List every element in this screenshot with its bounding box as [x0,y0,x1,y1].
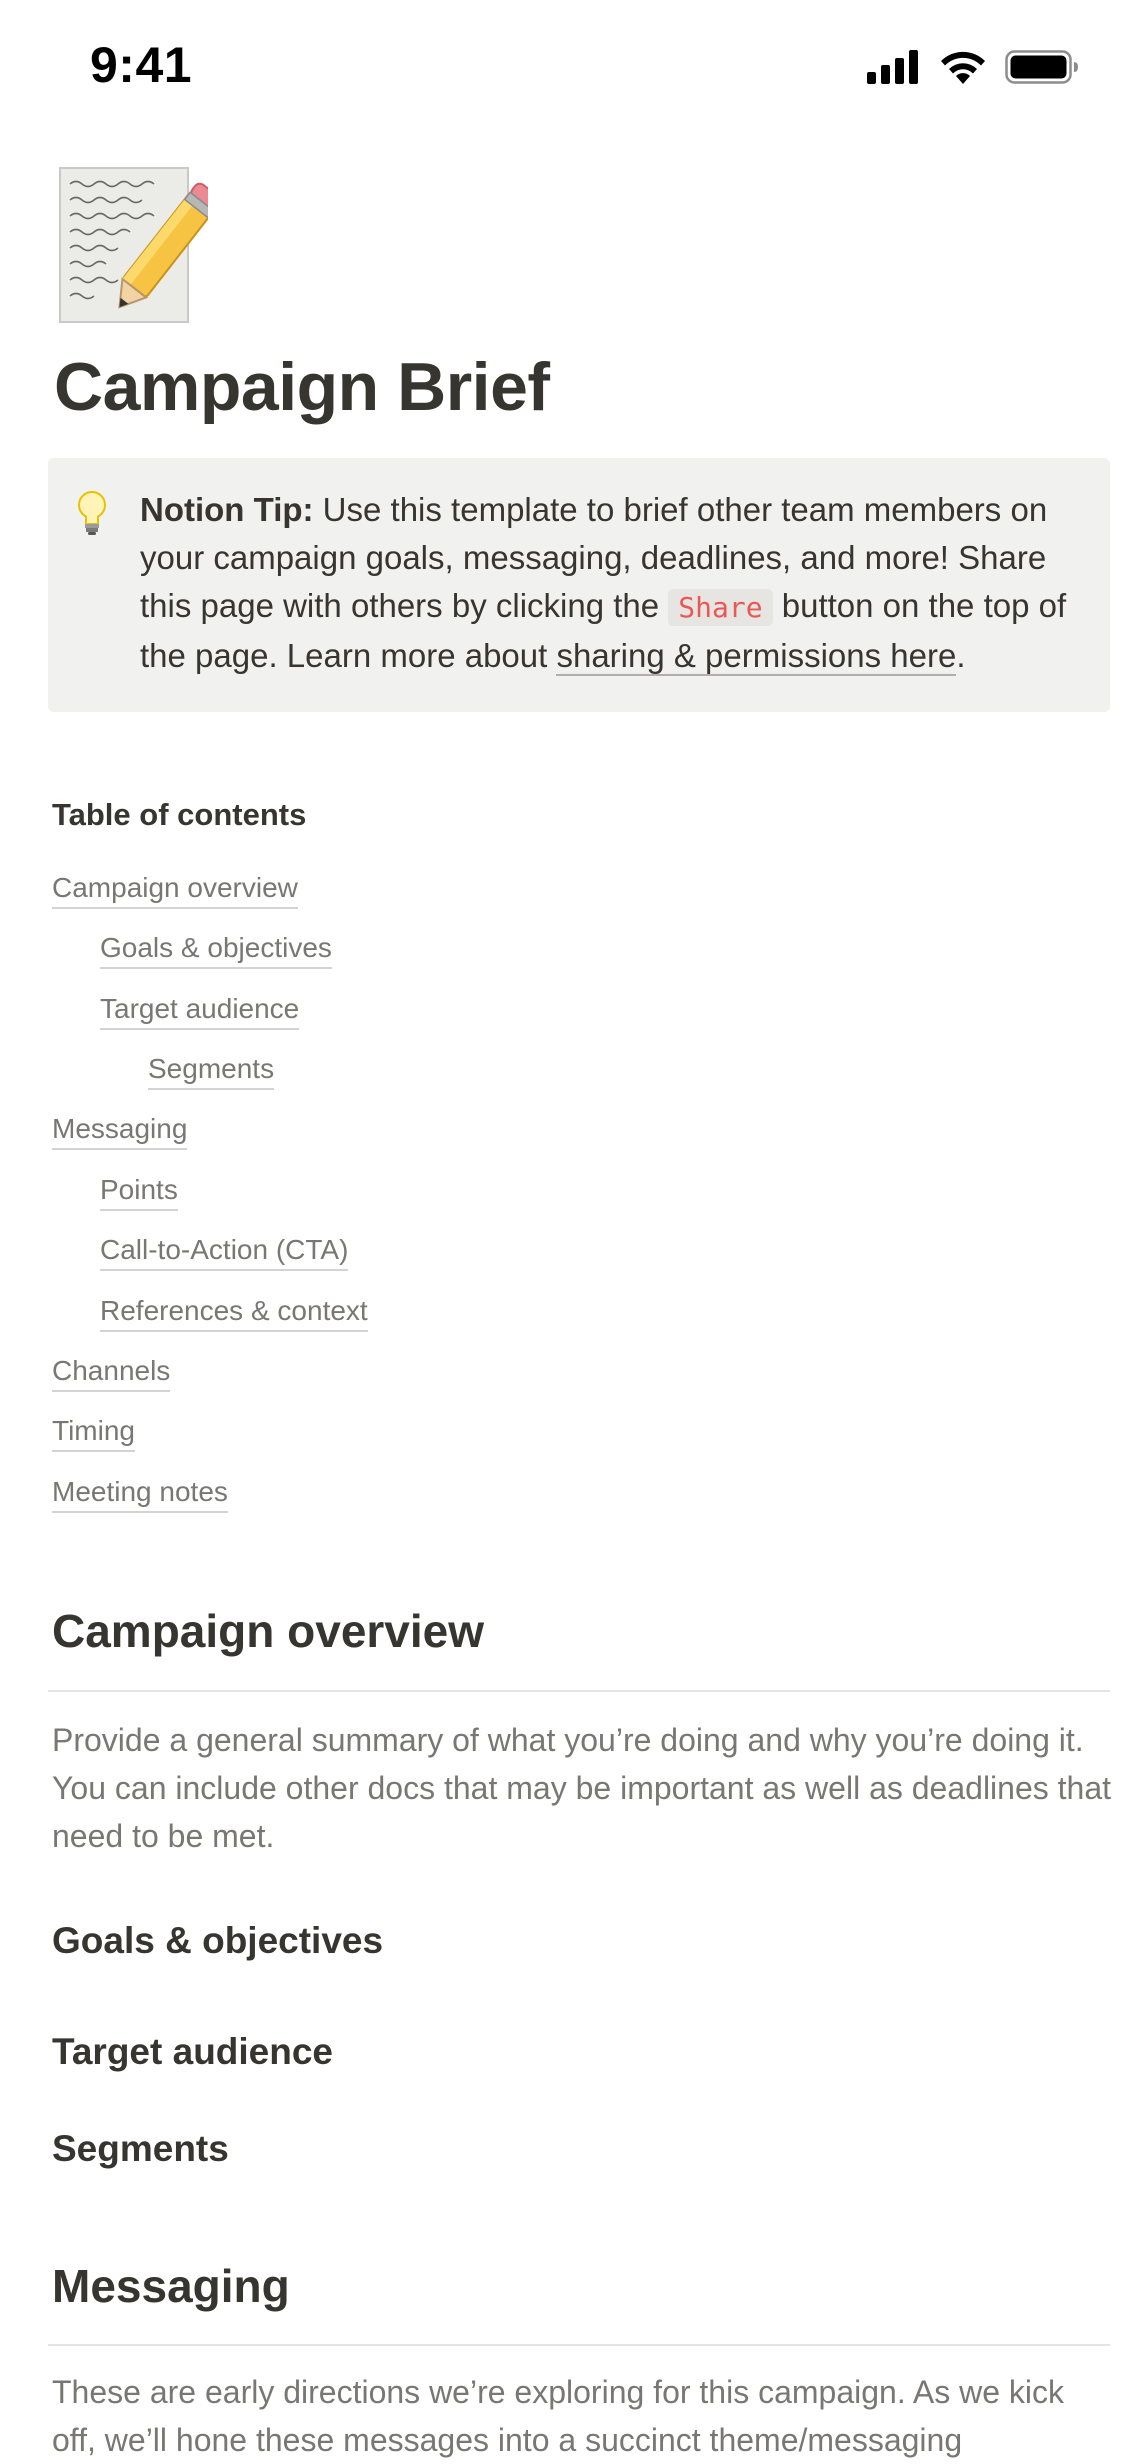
toc-item-timing[interactable]: Timing [52,1413,135,1452]
heading-goals-objectives: Goals & objectives [52,1920,384,1961]
campaign-overview-description: Provide a general summary of what you’re… [52,1722,1112,1854]
status-bar: 9:41 [0,0,1125,140]
messaging-description: These are early directions we’re explori… [52,2374,1064,2458]
toc-item-references-context[interactable]: References & context [100,1293,368,1332]
divider [48,1690,1110,1692]
divider [48,2344,1110,2346]
wifi-icon [941,51,985,84]
cellular-signal-icon [867,50,918,84]
toc-item-target-audience[interactable]: Target audience [100,991,300,1030]
toc-item-messaging[interactable]: Messaging [52,1111,188,1150]
callout-bold-label: Notion Tip: [140,491,314,528]
toc-title: Table of contents [52,797,307,832]
toc-item-goals-objectives[interactable]: Goals & objectives [100,930,332,969]
battery-icon [1005,50,1078,84]
toc-item-channels[interactable]: Channels [52,1353,171,1392]
status-time: 9:41 [90,37,193,93]
heading-segments: Segments [52,2128,229,2169]
light-bulb-icon [78,491,106,535]
toc-item-campaign-overview[interactable]: Campaign overview [52,870,298,909]
sharing-permissions-link[interactable]: sharing & permissions here [556,637,957,676]
callout-text: Notion Tip: Use this template to brief o… [140,486,1090,680]
notion-tip-callout: Notion Tip: Use this template to brief o… [48,458,1110,712]
heading-campaign-overview: Campaign overview [52,1605,485,1657]
memo-pencil-icon[interactable] [58,166,221,326]
toc-item-meeting-notes[interactable]: Meeting notes [52,1474,228,1513]
toc-item-segments[interactable]: Segments [148,1051,275,1090]
status-icons [867,50,1079,84]
page-title: Campaign Brief [54,349,550,425]
toc-item-call-to-action[interactable]: Call-to-Action (CTA) [100,1232,349,1271]
heading-messaging: Messaging [52,2260,290,2312]
toc-item-points[interactable]: Points [100,1172,178,1211]
share-inline-code: Share [668,589,773,626]
heading-target-audience: Target audience [52,2031,334,2072]
callout-text-part-3: . [956,637,966,674]
